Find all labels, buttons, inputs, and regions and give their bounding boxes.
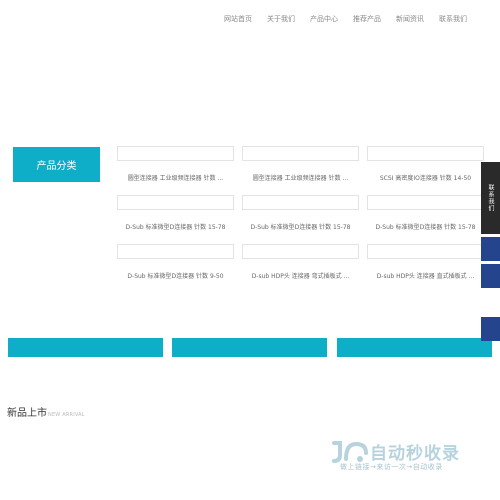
watermark-slogan: 做上链接→来访一次→自动收录: [340, 463, 443, 471]
product-grid: 圆型连接器 工业级频连接器 针数 ... 圆型连接器 工业级频连接器 针数 ..…: [117, 146, 484, 284]
product-card[interactable]: 圆型连接器 工业级频连接器 针数 ...: [117, 146, 234, 186]
product-thumbnail[interactable]: [367, 195, 484, 210]
product-title[interactable]: D-Sub 标准微型D连接器 针数 9-50: [117, 271, 234, 280]
feature-banner-3[interactable]: [337, 338, 492, 357]
product-title[interactable]: 圆型连接器 工业级频连接器 针数 ...: [117, 173, 234, 182]
product-thumbnail[interactable]: [242, 195, 359, 210]
watermark-brand: 自动秒收录: [370, 444, 460, 464]
watermark-logo-icon: [332, 441, 368, 463]
nav-item-home[interactable]: 网站首页: [224, 14, 252, 24]
nav-item-about[interactable]: 关于我们: [267, 14, 295, 24]
product-title[interactable]: D-sub HDP头 连接器 直式插板式 ...: [367, 271, 484, 280]
float-contact-button[interactable]: 联系我们: [481, 162, 500, 234]
product-title[interactable]: 圆型连接器 工业级频连接器 针数 ...: [242, 173, 359, 182]
product-thumbnail[interactable]: [117, 146, 234, 161]
product-card[interactable]: D-Sub 标准微型D连接器 针数 15-78: [367, 195, 484, 235]
product-thumbnail[interactable]: [367, 146, 484, 161]
section-title: 新品上市: [7, 408, 47, 419]
product-thumbnail[interactable]: [242, 244, 359, 259]
nav-item-products[interactable]: 产品中心: [310, 14, 338, 24]
product-thumbnail[interactable]: [242, 146, 359, 161]
product-card[interactable]: D-sub HDP头 连接器 直式插板式 ...: [367, 244, 484, 284]
product-title[interactable]: SCSI 高密度IO连接器 针数 14-50: [367, 173, 484, 182]
product-card[interactable]: SCSI 高密度IO连接器 针数 14-50: [367, 146, 484, 186]
section-subtitle: NEW ARRIVAL: [48, 412, 85, 418]
product-thumbnail[interactable]: [117, 195, 234, 210]
feature-banner-2[interactable]: [172, 338, 327, 357]
top-nav: 网站首页 关于我们 产品中心 推荐产品 新闻资讯 联系我们: [224, 14, 467, 24]
product-card[interactable]: D-Sub 标准微型D连接器 针数 9-50: [117, 244, 234, 284]
float-side-button[interactable]: [481, 237, 500, 261]
product-category-badge[interactable]: 产品分类: [13, 147, 100, 182]
nav-item-recommended[interactable]: 推荐产品: [353, 14, 381, 24]
float-side-button[interactable]: [481, 317, 500, 341]
nav-item-news[interactable]: 新闻资讯: [396, 14, 424, 24]
product-title[interactable]: D-Sub 标准微型D连接器 针数 15-78: [117, 222, 234, 231]
product-title[interactable]: D-Sub 标准微型D连接器 针数 15-78: [367, 222, 484, 231]
product-card[interactable]: D-Sub 标准微型D连接器 针数 15-78: [117, 195, 234, 235]
feature-banner-1[interactable]: [8, 338, 163, 357]
product-card[interactable]: D-Sub 标准微型D连接器 针数 15-78: [242, 195, 359, 235]
product-thumbnail[interactable]: [117, 244, 234, 259]
new-arrivals-heading: 新品上市 NEW ARRIVAL: [7, 404, 85, 419]
product-title[interactable]: D-Sub 标准微型D连接器 针数 15-78: [242, 222, 359, 231]
product-card[interactable]: 圆型连接器 工业级频连接器 针数 ...: [242, 146, 359, 186]
watermark: 自动秒收录 做上链接→来访一次→自动收录: [330, 440, 490, 476]
product-thumbnail[interactable]: [367, 244, 484, 259]
float-side-button[interactable]: [481, 264, 500, 288]
product-title[interactable]: D-sub HDP头 连接器 弯式插板式 ...: [242, 271, 359, 280]
product-card[interactable]: D-sub HDP头 连接器 弯式插板式 ...: [242, 244, 359, 284]
nav-item-contact[interactable]: 联系我们: [439, 14, 467, 24]
